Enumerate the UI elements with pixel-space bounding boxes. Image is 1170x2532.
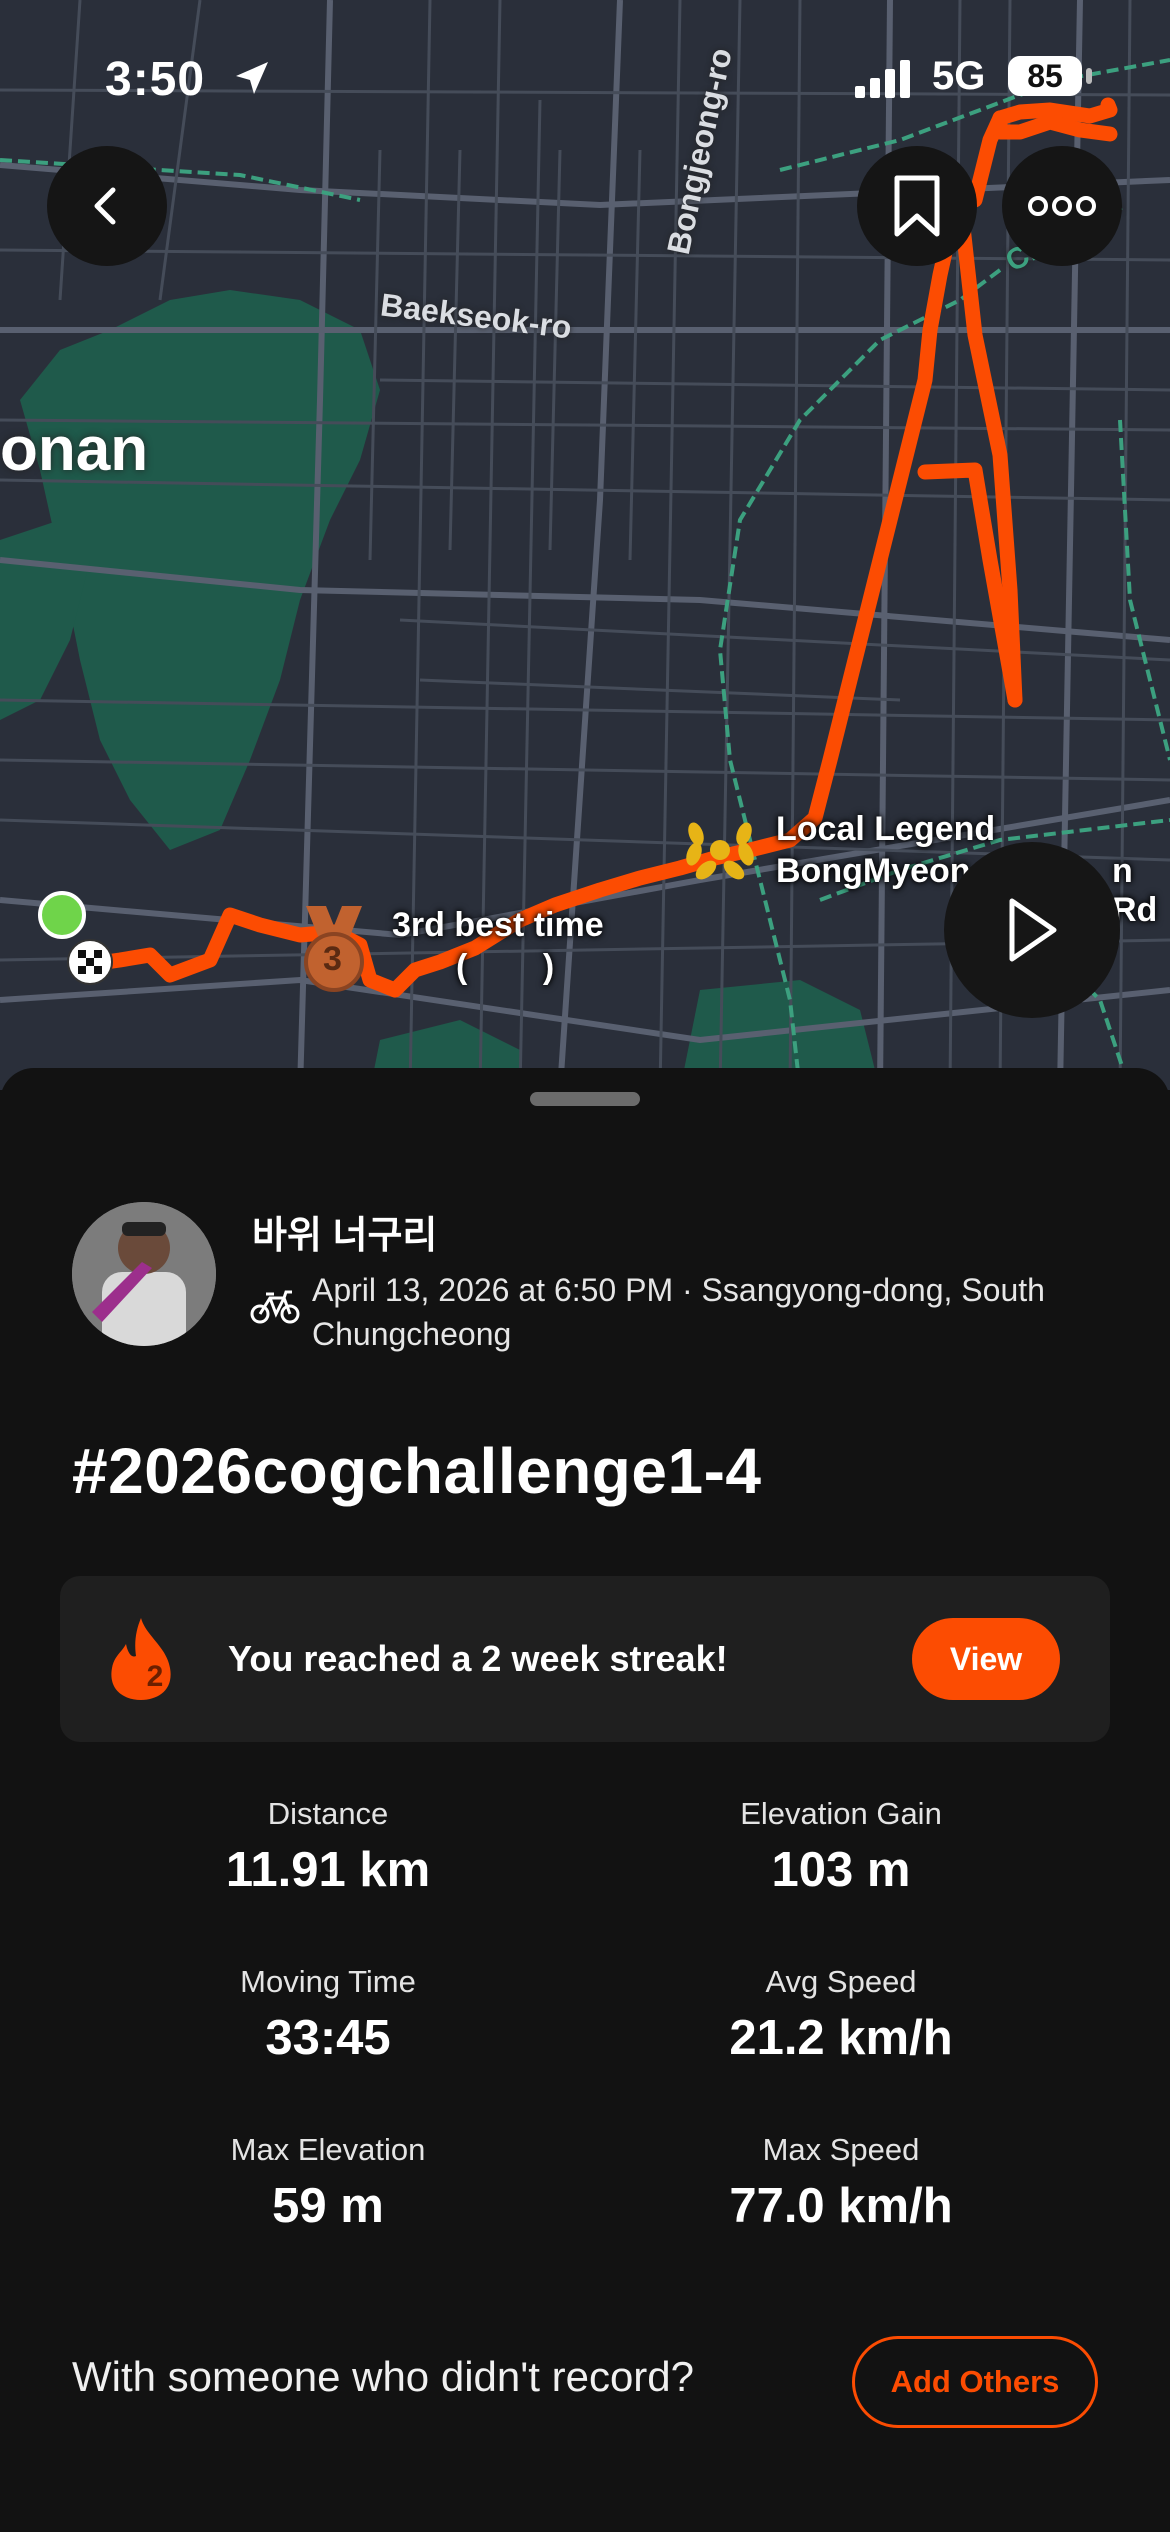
battery-indicator: 85 (1008, 56, 1082, 96)
achievement-sublabel: ( ) (456, 948, 555, 986)
stat-value: 77.0 km/h (729, 2179, 953, 2233)
route-map[interactable]: Baekseok-ro Bongjeong-ro Cheonan onan 3:… (0, 0, 1170, 1090)
network-type: 5G (932, 54, 986, 98)
stat-value: 33:45 (265, 2011, 391, 2065)
status-bar: 3:50 5G 85 (0, 40, 1170, 110)
local-legend-segment-suffix: n Rd (1112, 852, 1158, 929)
stat-label: Max Elevation (230, 2132, 426, 2167)
laurel-icon[interactable] (680, 812, 760, 884)
play-flyover-button[interactable] (944, 842, 1120, 1018)
more-icon (1028, 196, 1096, 216)
location-arrow-icon (236, 62, 268, 94)
add-others-button[interactable]: Add Others (852, 2336, 1098, 2428)
avatar-image (72, 1202, 216, 1346)
activity-sheet: 바위 너구리 April 13, 2026 at 6:50 PM · Ssang… (0, 1068, 1170, 2532)
stat-moving-time: Moving Time 33:45 (108, 1964, 548, 2066)
stat-label: Moving Time (240, 1964, 416, 1999)
activity-title: #2026cogchallenge1-4 (72, 1435, 762, 1507)
streak-message: You reached a 2 week streak! (228, 1638, 728, 1679)
sheet-drag-handle[interactable] (530, 1092, 640, 1106)
bookmark-button[interactable] (857, 146, 977, 266)
streak-card[interactable]: 2 You reached a 2 week streak! View (60, 1576, 1110, 1742)
athlete-name[interactable]: 바위 너구리 (252, 1204, 437, 1259)
stat-max-speed: Max Speed 77.0 km/h (621, 2132, 1061, 2234)
back-button[interactable] (47, 146, 167, 266)
stat-value: 103 m (771, 1843, 911, 1897)
stat-label: Elevation Gain (740, 1796, 942, 1831)
stat-label: Avg Speed (765, 1964, 917, 1999)
avatar[interactable] (72, 1202, 216, 1346)
play-icon (1009, 898, 1057, 962)
add-others-prompt: With someone who didn't record? (72, 2353, 695, 2400)
streak-count: 2 (146, 1660, 164, 1693)
medal-rank: 3 (323, 940, 342, 978)
stat-avg-speed: Avg Speed 21.2 km/h (621, 1964, 1061, 2066)
stat-label: Max Speed (762, 2132, 920, 2167)
local-legend-title: Local Legend (776, 810, 996, 848)
stat-value: 11.91 km (225, 1843, 431, 1897)
stat-elevation-gain: Elevation Gain 103 m (621, 1796, 1061, 1898)
stat-value: 59 m (272, 2179, 384, 2233)
local-legend-segment: BongMyeon (776, 852, 971, 890)
bike-icon (250, 1290, 300, 1324)
stat-label: Distance (267, 1796, 389, 1831)
activity-meta: April 13, 2026 at 6:50 PM · Ssangyong-do… (312, 1272, 1045, 1352)
area-label: onan (0, 415, 149, 484)
back-icon (94, 187, 116, 225)
view-streak-button[interactable]: View (912, 1618, 1060, 1700)
stat-value: 21.2 km/h (729, 2011, 953, 2065)
more-options-button[interactable] (1002, 146, 1122, 266)
stat-distance: Distance 11.91 km (108, 1796, 548, 1898)
signal-icon (855, 60, 910, 98)
status-time: 3:50 (105, 53, 206, 106)
bookmark-icon (894, 175, 940, 237)
stat-max-elevation: Max Elevation 59 m (108, 2132, 548, 2234)
battery-tip (1086, 68, 1092, 84)
achievement-label: 3rd best time (392, 906, 604, 944)
